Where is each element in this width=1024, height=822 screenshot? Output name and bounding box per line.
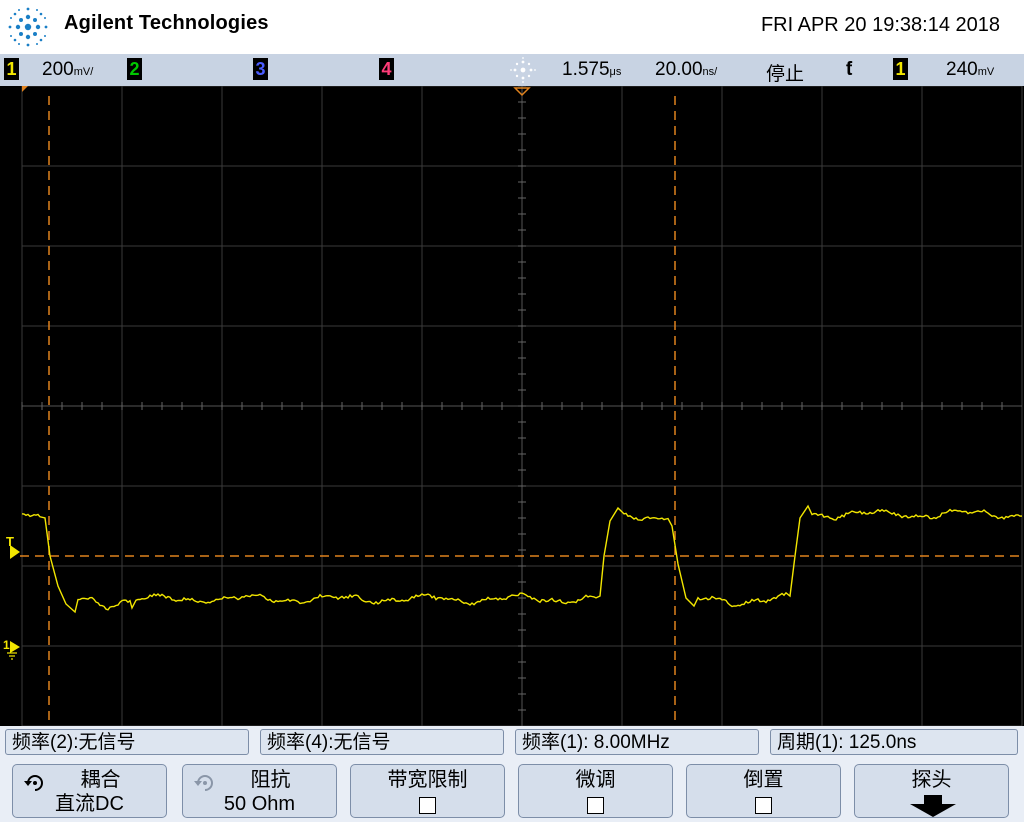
- channel-2-indicator[interactable]: 2: [127, 58, 142, 80]
- channel-1-scale[interactable]: 200mV/: [42, 59, 93, 81]
- impedance-softkey[interactable]: 阻抗 50 Ohm: [182, 764, 337, 818]
- channel-3-indicator[interactable]: 3: [253, 58, 268, 80]
- probe-softkey[interactable]: 探头: [854, 764, 1009, 818]
- trigger-level-value[interactable]: 240mV: [946, 59, 994, 81]
- trigger-delay-icon: [508, 56, 538, 84]
- measurement-freq-ch1[interactable]: 频率(1): 8.00MHz: [515, 729, 759, 755]
- trigger-marker-label: T: [6, 534, 14, 549]
- measurement-bar: 频率(2):无信号 频率(4):无信号 频率(1): 8.00MHz 周期(1)…: [0, 726, 1024, 760]
- trigger-delay-value[interactable]: 1.575μs: [562, 59, 621, 81]
- graticule-grid: [22, 86, 1022, 726]
- measurement-freq-ch4[interactable]: 频率(4):无信号: [260, 729, 504, 755]
- measurement-period-ch1[interactable]: 周期(1): 125.0ns: [770, 729, 1018, 755]
- invert-softkey[interactable]: 倒置: [686, 764, 841, 818]
- run-state: 停止: [766, 59, 804, 86]
- measurement-freq-ch2[interactable]: 频率(2):无信号: [5, 729, 249, 755]
- ground-marker-label: 1: [3, 638, 10, 652]
- channel-4-indicator[interactable]: 4: [379, 58, 394, 80]
- trigger-source-indicator: 1: [893, 58, 908, 80]
- fine-adjust-checkbox[interactable]: [587, 797, 604, 814]
- softkey-bar: 耦合 直流DC 阻抗 50 Ohm 带宽限制 微调 倒置 探头: [0, 760, 1024, 822]
- graticule-svg: [0, 86, 1024, 726]
- trigger-position-left-marker: [22, 86, 28, 92]
- invert-checkbox[interactable]: [755, 797, 772, 814]
- header-bar: Agilent Technologies FRI APR 20 19:38:14…: [0, 0, 1024, 54]
- ground-marker[interactable]: [10, 641, 20, 653]
- waveform-display: T 1: [0, 86, 1024, 726]
- status-bar: 1 200mV/ 2 3 4 1.575μs 20.00ns/ 停止 ƭ 1 2…: [0, 54, 1024, 86]
- channel-1-indicator[interactable]: 1: [4, 58, 19, 80]
- bandwidth-limit-checkbox[interactable]: [419, 797, 436, 814]
- bandwidth-limit-softkey[interactable]: 带宽限制: [350, 764, 505, 818]
- brand-name: Agilent Technologies: [64, 12, 269, 35]
- coupling-softkey[interactable]: 耦合 直流DC: [12, 764, 167, 818]
- timebase-value[interactable]: 20.00ns/: [655, 59, 717, 81]
- agilent-logo-icon: [4, 3, 52, 51]
- fine-adjust-softkey[interactable]: 微调: [518, 764, 673, 818]
- trigger-edge-icon: ƭ: [846, 59, 852, 81]
- arrow-down-icon: [910, 795, 956, 817]
- datetime-display: FRI APR 20 19:38:14 2018: [761, 14, 1000, 37]
